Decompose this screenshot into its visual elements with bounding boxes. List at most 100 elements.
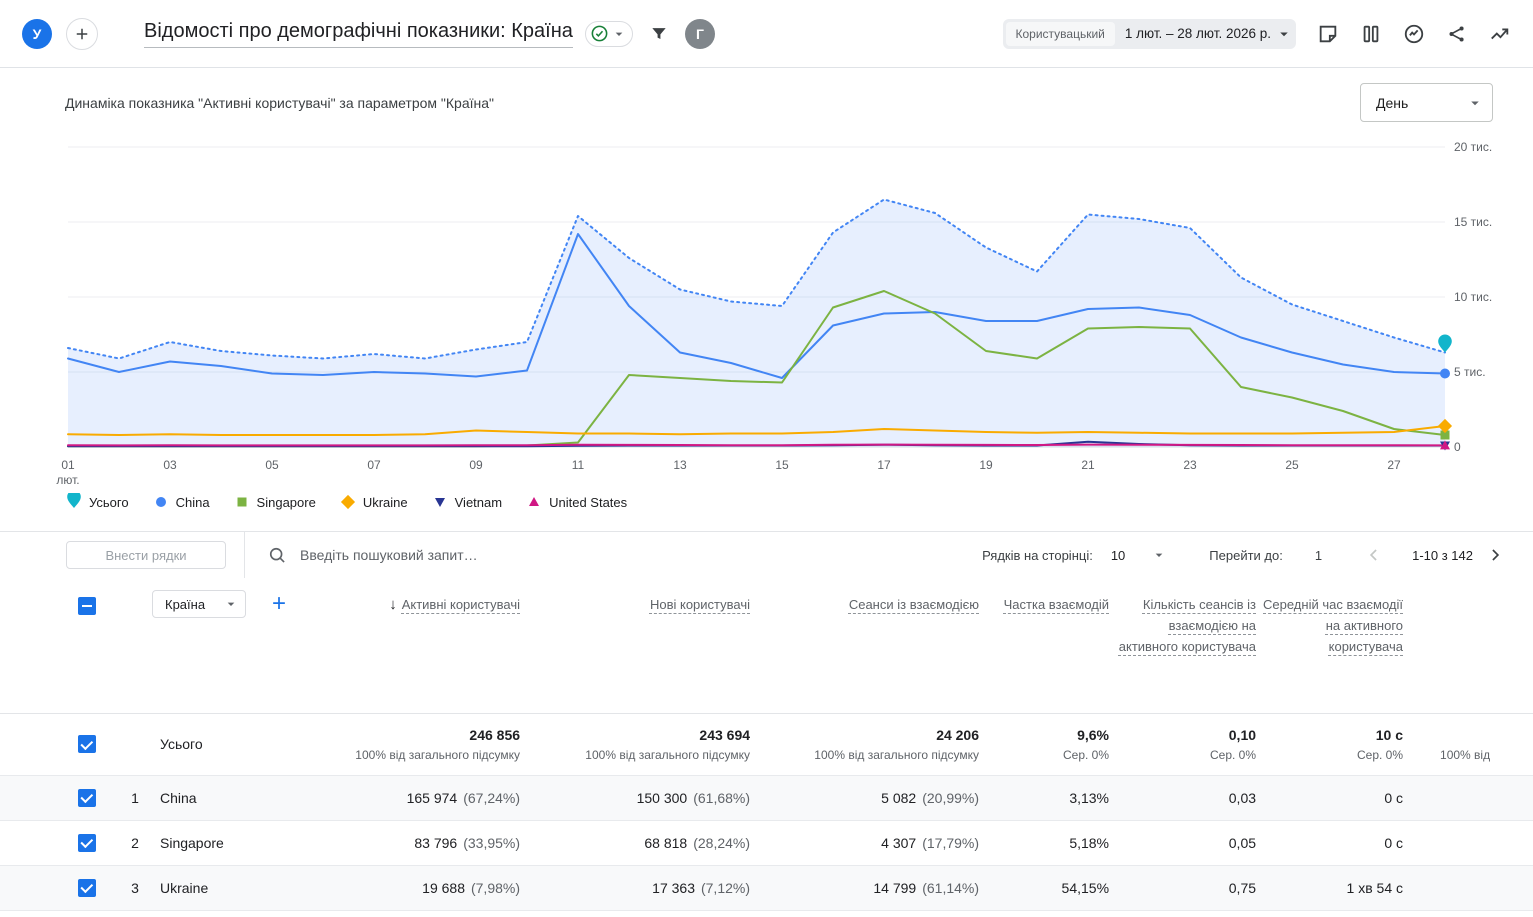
chevron-down-icon xyxy=(611,26,627,42)
row-checkbox[interactable] xyxy=(78,735,96,753)
table-row-partial xyxy=(0,910,1533,917)
pagination: Рядків на сторінці: 10 Перейти до: 1 1-1… xyxy=(982,543,1507,567)
totals-label: Усього xyxy=(160,713,310,775)
goto-page-input[interactable]: 1 xyxy=(1315,548,1322,563)
chevron-down-icon xyxy=(1151,547,1167,563)
svg-text:01: 01 xyxy=(61,458,75,472)
notes-icon[interactable] xyxy=(1317,23,1339,45)
legend-marker-circle xyxy=(153,493,169,511)
chart-header: Динаміка показника "Активні користувачі"… xyxy=(0,68,1533,123)
search-input[interactable] xyxy=(300,547,982,563)
chevron-down-icon xyxy=(223,596,239,612)
svg-text:лют.: лют. xyxy=(56,473,79,487)
svg-text:5 тис.: 5 тис. xyxy=(1454,365,1486,379)
column-header-avg-engagement-time[interactable]: Середній час взаємодії на активного кори… xyxy=(1256,578,1403,713)
svg-text:09: 09 xyxy=(469,458,483,472)
check-circle-icon xyxy=(590,24,609,43)
svg-text:05: 05 xyxy=(265,458,279,472)
divider xyxy=(244,532,245,578)
table-search xyxy=(267,545,982,565)
dimension-selector[interactable]: Країна xyxy=(152,590,246,618)
svg-text:23: 23 xyxy=(1183,458,1197,472)
row-checkbox[interactable] xyxy=(78,834,96,852)
add-button[interactable] xyxy=(66,18,98,50)
row-checkbox[interactable] xyxy=(78,789,96,807)
compare-columns-icon[interactable] xyxy=(1360,23,1382,45)
totals-row: Усього 246 856100% від загального підсум… xyxy=(0,713,1533,775)
legend-label: Ukraine xyxy=(363,495,408,510)
custom-range-chip: Користувацький xyxy=(1006,22,1115,46)
data-table-container: Країна + ↓Активні користувачі Нові корис… xyxy=(0,578,1533,917)
table-row: 1 China 165 974(67,24%) 150 300(61,68%) … xyxy=(0,775,1533,820)
legend-item-singapore: Singapore xyxy=(234,493,316,511)
legend-label: Vietnam xyxy=(455,495,502,510)
legend-item-vietnam: Vietnam xyxy=(432,493,502,511)
svg-text:27: 27 xyxy=(1387,458,1401,472)
chart-title: Динаміка показника "Активні користувачі"… xyxy=(65,95,494,111)
account-avatar[interactable]: У xyxy=(22,19,52,49)
trending-icon[interactable] xyxy=(1489,23,1511,45)
date-range-picker[interactable]: Користувацький 1 лют. – 28 лют. 2026 р. xyxy=(1003,19,1297,49)
svg-text:21: 21 xyxy=(1081,458,1095,472)
table-header-row: Країна + ↓Активні користувачі Нові корис… xyxy=(0,578,1533,713)
select-all-checkbox[interactable] xyxy=(78,597,96,615)
rows-per-page-select[interactable]: 10 xyxy=(1111,547,1167,563)
report-status-badge[interactable] xyxy=(585,21,633,47)
column-header-engagement-rate[interactable]: Частка взаємодій xyxy=(979,578,1109,713)
svg-text:20 тис.: 20 тис. xyxy=(1454,140,1492,154)
interval-value: День xyxy=(1376,95,1408,111)
next-page-button[interactable] xyxy=(1483,543,1507,567)
svg-text:19: 19 xyxy=(979,458,993,472)
pagination-range: 1-10 з 142 xyxy=(1412,548,1473,563)
share-icon[interactable] xyxy=(1446,23,1468,45)
interval-select[interactable]: День xyxy=(1360,83,1493,122)
legend-item-усього: Усього xyxy=(66,493,129,511)
user-avatar[interactable]: Г xyxy=(685,19,715,49)
country-cell: China xyxy=(160,775,310,820)
svg-text:11: 11 xyxy=(572,458,585,472)
page-title[interactable]: Відомості про демографічні показники: Кр… xyxy=(144,20,573,48)
legend-item-ukraine: Ukraine xyxy=(340,493,408,511)
legend-marker-diamond xyxy=(340,493,356,511)
legend-label: Усього xyxy=(89,495,129,510)
svg-text:13: 13 xyxy=(673,458,687,472)
svg-text:15 тис.: 15 тис. xyxy=(1454,215,1492,229)
row-checkbox[interactable] xyxy=(78,879,96,897)
goto-page-label: Перейти до: xyxy=(1209,548,1283,563)
plus-icon xyxy=(73,25,91,43)
expand-rows-button[interactable]: Внести рядки xyxy=(66,541,226,569)
table-row: 3 Ukraine 19 688(7,98%) 17 363(7,12%) 14… xyxy=(0,865,1533,910)
svg-text:0: 0 xyxy=(1454,440,1461,454)
svg-text:07: 07 xyxy=(367,458,381,472)
top-bar: У Відомості про демографічні показники: … xyxy=(0,0,1533,68)
svg-text:15: 15 xyxy=(775,458,789,472)
legend-marker-pin xyxy=(66,493,82,511)
add-dimension-button[interactable]: + xyxy=(272,592,286,616)
timeseries-chart: 20 тис.15 тис.10 тис.5 тис.001лют.030507… xyxy=(0,123,1533,489)
column-header-new-users[interactable]: Нові користувачі xyxy=(520,578,750,713)
date-range-text: 1 лют. – 28 лют. 2026 р. xyxy=(1115,26,1275,41)
rows-per-page-label: Рядків на сторінці: xyxy=(982,548,1093,563)
filter-icon[interactable] xyxy=(649,24,669,44)
legend-label: United States xyxy=(549,495,627,510)
legend-marker-triangle-down xyxy=(432,493,448,511)
column-header-engaged-sessions-per-user[interactable]: Кількість сеансів із взаємодією на актив… xyxy=(1109,578,1256,713)
sort-desc-icon: ↓ xyxy=(389,596,397,613)
column-header-engaged-sessions[interactable]: Сеанси із взаємодією xyxy=(750,578,979,713)
legend-item-united-states: United States xyxy=(526,493,627,511)
svg-text:25: 25 xyxy=(1285,458,1299,472)
insights-icon[interactable] xyxy=(1403,23,1425,45)
column-header-active-users[interactable]: ↓Активні користувачі xyxy=(310,578,520,713)
svg-text:03: 03 xyxy=(163,458,177,472)
data-table: Країна + ↓Активні користувачі Нові корис… xyxy=(0,578,1533,917)
legend-marker-square xyxy=(234,493,250,511)
legend-label: Singapore xyxy=(257,495,316,510)
column-header-partial xyxy=(1403,578,1533,713)
legend-label: China xyxy=(176,495,210,510)
search-icon xyxy=(267,545,287,565)
table-row: 2 Singapore 83 796(33,95%) 68 818(28,24%… xyxy=(0,820,1533,865)
prev-page-button[interactable] xyxy=(1362,543,1386,567)
legend-item-china: China xyxy=(153,493,210,511)
table-toolbar: Внести рядки Рядків на сторінці: 10 Пере… xyxy=(0,532,1533,578)
country-cell: Singapore xyxy=(160,820,310,865)
